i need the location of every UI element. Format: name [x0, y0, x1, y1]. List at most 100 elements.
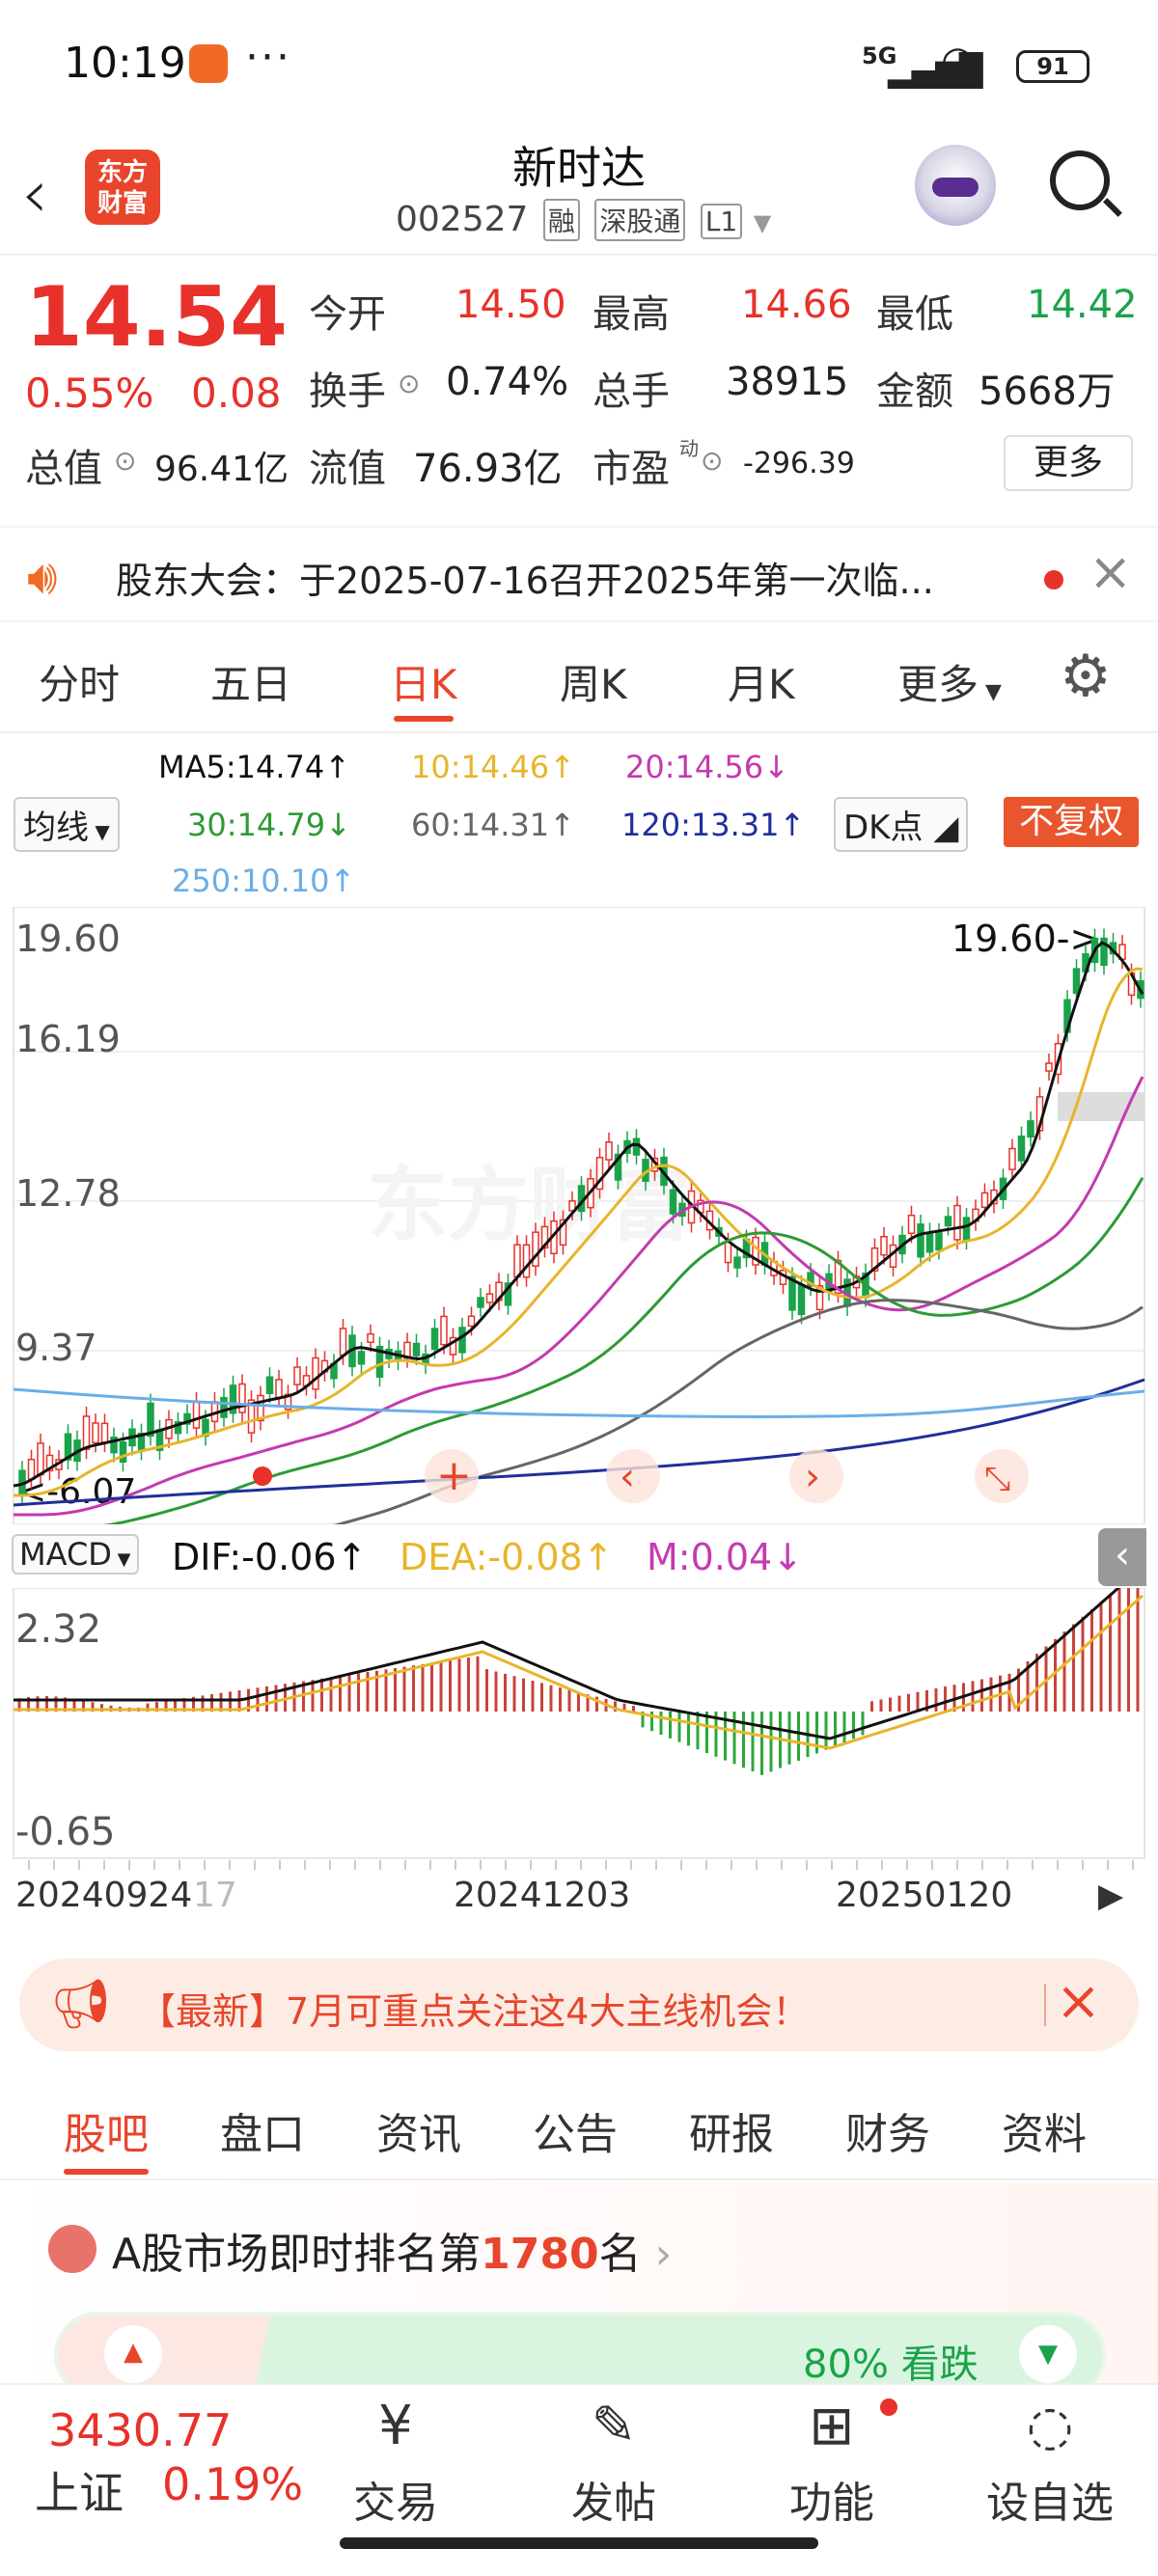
promo-banner[interactable]: 📢︎ 【最新】7月可重点关注这4大主线机会！ × — [19, 1959, 1139, 2051]
stock-code-row: 002527 融 深股通 L1 ▼ — [396, 199, 771, 241]
candle-body — [953, 1204, 961, 1241]
kline-chart[interactable]: 东方财富 19.60 16.19 12.78 9.37 19.60-> <-6.… — [0, 907, 1158, 1524]
low-label: 最低 — [876, 292, 953, 337]
tab-forum[interactable]: 股吧 — [64, 2099, 149, 2175]
home-indicator[interactable] — [340, 2537, 818, 2549]
candle-body — [980, 1192, 989, 1208]
tab-intraday[interactable]: 分时 — [39, 652, 120, 711]
tab-news[interactable]: 资讯 — [376, 2099, 461, 2161]
bull-vote-icon[interactable]: ▲ — [104, 2325, 162, 2383]
info-icon[interactable]: ⊙ — [114, 445, 136, 477]
tab-announcements[interactable]: 公告 — [533, 2099, 618, 2161]
candle-body — [1017, 1135, 1026, 1162]
ma-select[interactable]: 均线 ▼ — [14, 797, 120, 852]
mktcap-label: 总值 — [25, 447, 102, 491]
bear-percent: 80% 看跌 — [803, 2343, 979, 2387]
robot-assistant-icon[interactable] — [915, 145, 996, 226]
index-value[interactable]: 3430.77 — [48, 2404, 232, 2456]
candle-body — [485, 1293, 494, 1303]
info-icon[interactable]: ⊙ — [701, 445, 723, 477]
tab-weekly-k[interactable]: 周K — [560, 652, 627, 711]
low-value: 14.42 — [1027, 283, 1138, 327]
nav-functions[interactable]: ⊞ 功能 — [755, 2395, 909, 2530]
open-value: 14.50 — [455, 283, 566, 327]
ma20-value: 20:14.56↓ — [625, 749, 789, 785]
collapse-panel-button[interactable]: ‹ — [1098, 1528, 1146, 1586]
unread-dot — [1044, 570, 1063, 589]
mktcap-value: 96.41亿 — [154, 450, 290, 489]
search-icon[interactable] — [1050, 151, 1110, 210]
tab-finance[interactable]: 财务 — [845, 2099, 930, 2161]
content-tabs: 股吧 盘口 资讯 公告 研报 财务 资料 — [0, 2074, 1158, 2180]
close-icon[interactable]: × — [1056, 1970, 1101, 2033]
nav-post[interactable]: ✎ 发帖 — [537, 2395, 691, 2530]
candle-body — [412, 1342, 421, 1357]
macd-frame — [13, 1588, 1145, 1859]
ma60-value: 60:14.31↑ — [411, 807, 575, 843]
tab-daily-k[interactable]: 日K — [390, 652, 457, 722]
candle-body — [119, 1441, 127, 1464]
notice-text[interactable]: 股东大会：于2025-07-16召开2025年第一次临... — [116, 551, 934, 604]
tab-monthly-k[interactable]: 月K — [728, 652, 795, 711]
macd-select[interactable]: MACD ▼ — [12, 1534, 139, 1575]
tab-profile[interactable]: 资料 — [1002, 2099, 1087, 2161]
nav-trade[interactable]: ¥ 交易 — [318, 2395, 473, 2530]
caret-down-icon: ▼ — [89, 820, 110, 843]
tab-research[interactable]: 研报 — [689, 2099, 774, 2161]
dk-select[interactable]: DK点 ◢ — [834, 797, 969, 852]
chart-period-tabs: 分时 五日 日K 周K 月K 更多 ▼ ⚙ — [0, 627, 1158, 733]
gear-icon[interactable]: ⚙ — [1060, 643, 1112, 710]
macd-chart[interactable]: 2.32 -0.65 20240924 17 20241203 20250120… — [0, 1588, 1158, 1935]
caret-down-icon: ▼ — [979, 680, 1002, 704]
candle-body — [367, 1332, 374, 1343]
candle-body — [724, 1242, 732, 1264]
macd-y-tick: 2.32 — [15, 1607, 101, 1652]
info-icon[interactable]: ⊙ — [398, 368, 420, 399]
candle-body — [1045, 1062, 1053, 1072]
candle-body — [458, 1327, 466, 1354]
x-tick-label: 20241203 — [454, 1876, 630, 1915]
candle-body — [1027, 1120, 1034, 1138]
dif-value: DIF:-0.06↑ — [172, 1536, 368, 1578]
candle-body — [935, 1232, 943, 1251]
candle-body — [220, 1396, 228, 1418]
candle-body — [430, 1328, 439, 1351]
candle-body — [962, 1217, 971, 1241]
svg-text:‹: ‹ — [620, 1455, 635, 1499]
tab-orderbook[interactable]: 盘口 — [220, 2099, 305, 2161]
candle-body — [733, 1256, 741, 1269]
index-name[interactable]: 上证 — [35, 2458, 124, 2522]
tab-five-day[interactable]: 五日 — [210, 652, 291, 711]
close-icon[interactable]: × — [1089, 541, 1132, 602]
candle-body — [925, 1231, 934, 1253]
candle-body — [37, 1442, 44, 1476]
candle-body — [275, 1379, 283, 1399]
tag-margin: 融 — [542, 199, 580, 241]
more-button[interactable]: 更多 — [1004, 435, 1133, 491]
candle-body — [82, 1415, 91, 1451]
candle-body — [605, 1141, 613, 1161]
x-tick-label: 17 — [193, 1876, 237, 1915]
x-tick-label: 20250120 — [836, 1876, 1012, 1915]
tab-more[interactable]: 更多 ▼ — [897, 652, 1002, 711]
chat-icon: ◌ — [1026, 2395, 1074, 2457]
no-adjust-button[interactable]: 不复权 — [1004, 797, 1139, 847]
megaphone-icon: 📢︎ — [50, 1976, 112, 2032]
ma120-value: 120:13.31↑ — [621, 807, 806, 843]
volume-label: 总手 — [593, 370, 670, 414]
notice-bar[interactable]: 🔊︎ 股东大会：于2025-07-16召开2025年第一次临... × — [0, 526, 1158, 622]
candle-body — [238, 1383, 246, 1413]
banner-text[interactable]: 【最新】7月可重点关注这4大主线机会！ — [139, 1982, 809, 2035]
change-percent: 0.55% — [25, 370, 154, 417]
tag-level[interactable]: L1 — [700, 204, 743, 239]
index-percent[interactable]: 0.19% — [162, 2458, 303, 2510]
last-price: 14.54 — [25, 269, 289, 366]
nav-add-watchlist[interactable]: ◌ 设自选 — [973, 2395, 1127, 2530]
y-tick-label: 9.37 — [15, 1327, 97, 1369]
turnover-value: 0.74% — [446, 360, 569, 404]
ma30-value: 30:14.79↓ — [187, 807, 351, 843]
candle-body — [312, 1357, 319, 1390]
svg-text:⤡: ⤡ — [984, 1460, 1010, 1498]
market-rank-card[interactable]: A股市场即时排名第1780名 › ▲ 80% 看跌 ▼ — [0, 2182, 1158, 2398]
bear-vote-icon[interactable]: ▼ — [1019, 2325, 1077, 2383]
